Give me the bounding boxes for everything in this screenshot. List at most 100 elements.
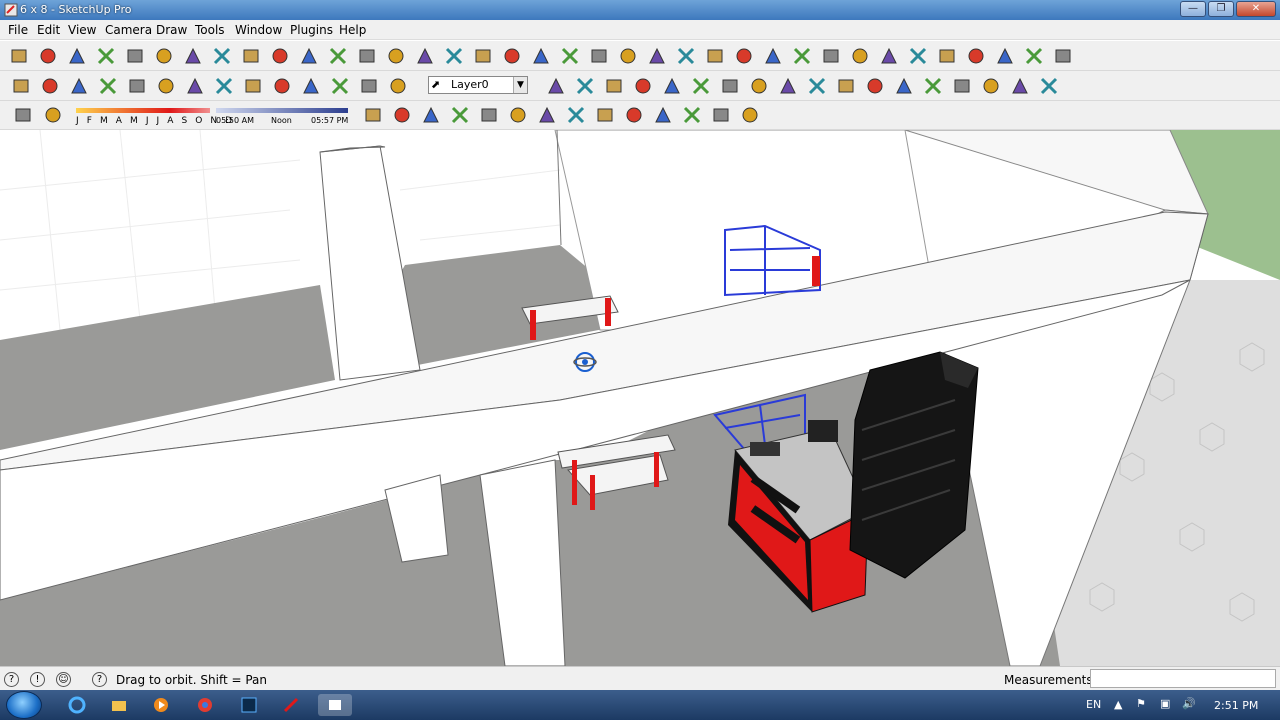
top-view-icon[interactable] xyxy=(213,75,235,97)
delete-icon[interactable] xyxy=(472,45,494,67)
model-viewport[interactable] xyxy=(0,130,1280,666)
circle-icon[interactable] xyxy=(182,45,204,67)
help-question-icon[interactable]: ? xyxy=(92,672,107,687)
active-window-icon[interactable] xyxy=(318,694,352,716)
xray-icon[interactable] xyxy=(358,75,380,97)
footprint-icon[interactable] xyxy=(478,104,500,126)
rotate-icon[interactable] xyxy=(269,45,291,67)
geo-location-icon[interactable]: ? xyxy=(4,672,19,687)
section-plane-icon[interactable] xyxy=(864,75,886,97)
menu-edit[interactable]: Edit xyxy=(37,23,60,37)
explorer-icon[interactable] xyxy=(102,694,136,716)
menu-help[interactable]: Help xyxy=(339,23,366,37)
text-icon[interactable] xyxy=(1023,45,1045,67)
scale-icon[interactable] xyxy=(907,45,929,67)
walk-through-icon[interactable] xyxy=(449,104,471,126)
tape-measure-icon[interactable] xyxy=(936,45,958,67)
paint-bucket-icon[interactable] xyxy=(66,45,88,67)
plugin-b-icon[interactable] xyxy=(806,75,828,97)
arc-icon[interactable] xyxy=(211,45,233,67)
house-side-icon[interactable] xyxy=(951,75,973,97)
menu-file[interactable]: File xyxy=(8,23,28,37)
make-component-icon[interactable] xyxy=(37,45,59,67)
fog-icon[interactable] xyxy=(681,104,703,126)
previous-view-icon[interactable] xyxy=(762,45,784,67)
outer-shell-icon[interactable] xyxy=(68,75,90,97)
next-view-icon[interactable] xyxy=(791,45,813,67)
plugin-a-icon[interactable] xyxy=(777,75,799,97)
move-icon[interactable] xyxy=(327,45,349,67)
offset-icon[interactable] xyxy=(298,45,320,67)
volume-icon[interactable]: 🔊 xyxy=(1182,697,1196,710)
eye-icon[interactable] xyxy=(507,104,529,126)
component-icon[interactable] xyxy=(39,75,61,97)
pencil-upload-icon[interactable] xyxy=(391,104,413,126)
photoshop-icon[interactable] xyxy=(232,694,266,716)
time-slider[interactable] xyxy=(216,108,348,113)
front-view-icon[interactable] xyxy=(242,75,264,97)
tag-icon[interactable] xyxy=(632,75,654,97)
menu-window[interactable]: Window xyxy=(235,23,282,37)
menu-plugins[interactable]: Plugins xyxy=(290,23,333,37)
window-icon[interactable] xyxy=(1038,75,1060,97)
camera-icon[interactable] xyxy=(594,104,616,126)
copy-icon[interactable] xyxy=(414,45,436,67)
paste-icon[interactable] xyxy=(443,45,465,67)
tray-expand-icon[interactable]: ▲ xyxy=(1114,698,1122,711)
house-top-icon[interactable] xyxy=(980,75,1002,97)
save-icon[interactable] xyxy=(356,45,378,67)
layer-dropdown[interactable]: ⬈ Layer0 ▼ xyxy=(428,76,528,94)
minimize-button[interactable]: — xyxy=(1180,1,1206,17)
subtract-icon[interactable] xyxy=(155,75,177,97)
left-view-icon[interactable] xyxy=(329,75,351,97)
house-outline-icon[interactable] xyxy=(1009,75,1031,97)
media-player-icon[interactable] xyxy=(144,694,178,716)
dynamic-icon[interactable] xyxy=(652,104,674,126)
3d-text-icon[interactable] xyxy=(1052,45,1074,67)
style-icon[interactable] xyxy=(623,104,645,126)
credits-icon[interactable]: ! xyxy=(30,672,45,687)
push-pull-icon[interactable] xyxy=(240,45,262,67)
help-icon[interactable] xyxy=(690,75,712,97)
share-icon[interactable] xyxy=(739,104,761,126)
clock[interactable]: 2:51 PM xyxy=(1214,699,1258,712)
start-button[interactable] xyxy=(6,691,42,719)
close-button[interactable]: ✕ xyxy=(1236,1,1276,17)
chevron-down-icon[interactable]: ▼ xyxy=(513,77,527,93)
follow-me-icon[interactable] xyxy=(849,45,871,67)
measure-icon[interactable] xyxy=(719,75,741,97)
measurements-input[interactable] xyxy=(1090,669,1276,688)
sketchup-app-icon[interactable] xyxy=(4,3,18,17)
extension-icon[interactable] xyxy=(565,104,587,126)
photo-match-icon[interactable] xyxy=(536,104,558,126)
menu-view[interactable]: View xyxy=(68,23,96,37)
wireframe-icon[interactable] xyxy=(387,75,409,97)
zoom-window-icon[interactable] xyxy=(704,45,726,67)
dimension-icon[interactable] xyxy=(994,45,1016,67)
material-icon[interactable] xyxy=(603,75,625,97)
layer-arrow-icon[interactable] xyxy=(545,75,567,97)
scene-icon[interactable] xyxy=(710,104,732,126)
menu-tools[interactable]: Tools xyxy=(195,23,225,37)
network-icon[interactable]: ▣ xyxy=(1160,697,1170,710)
model-scene[interactable] xyxy=(0,130,1280,666)
undo-icon[interactable] xyxy=(501,45,523,67)
cut-icon[interactable] xyxy=(385,45,407,67)
ie-icon[interactable] xyxy=(60,694,94,716)
line-icon[interactable] xyxy=(153,45,175,67)
back-view-icon[interactable] xyxy=(300,75,322,97)
menu-camera[interactable]: Camera xyxy=(105,23,152,37)
redo-icon[interactable] xyxy=(530,45,552,67)
right-view-icon[interactable] xyxy=(271,75,293,97)
month-slider[interactable] xyxy=(76,108,210,113)
language-indicator[interactable]: EN xyxy=(1086,698,1101,711)
flag-icon[interactable]: ⚑ xyxy=(1136,697,1146,710)
zoom-extents-icon[interactable] xyxy=(733,45,755,67)
user-icon[interactable]: ☺ xyxy=(56,672,71,687)
shadow-graph-icon[interactable] xyxy=(420,104,442,126)
model-info-icon[interactable] xyxy=(588,45,610,67)
plugin-c-icon[interactable] xyxy=(835,75,857,97)
eraser-icon[interactable] xyxy=(95,45,117,67)
tb3-extension-warehouse-icon[interactable] xyxy=(42,104,64,126)
menu-draw[interactable]: Draw xyxy=(156,23,187,37)
